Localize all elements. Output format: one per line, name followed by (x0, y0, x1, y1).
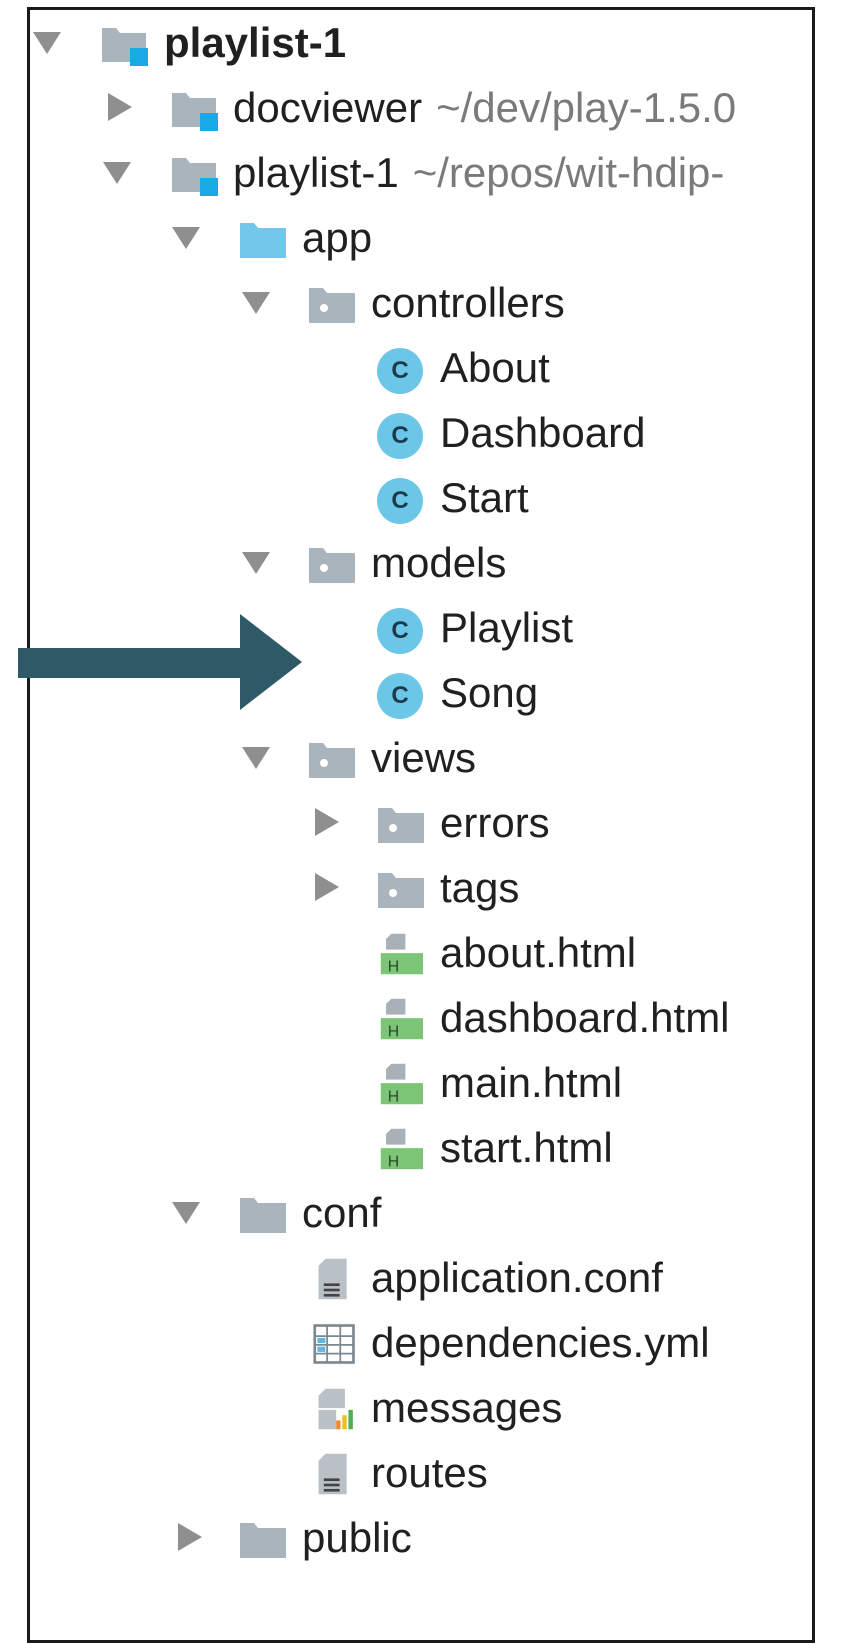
tree-node-views[interactable]: views (30, 725, 812, 790)
module-folder-icon (172, 93, 218, 131)
tree-node-public[interactable]: public (30, 1505, 812, 1570)
controllers-label: controllers (371, 279, 565, 326)
text-file-icon (318, 1453, 347, 1495)
tree-node-html-file[interactable]: H start.html (30, 1115, 812, 1180)
module-path: ~/repos/wit-hdip- (412, 149, 725, 196)
tree-node-conf[interactable]: conf (30, 1180, 812, 1245)
html-file-icon: H (380, 998, 423, 1041)
chevron-down-icon[interactable] (103, 162, 131, 184)
package-folder-icon (309, 743, 355, 778)
file-label: application.conf (371, 1254, 663, 1301)
class-icon: C (377, 348, 423, 394)
package-folder-icon (378, 808, 424, 843)
chevron-down-icon[interactable] (33, 32, 61, 54)
chevron-down-icon[interactable] (242, 747, 270, 769)
tree-node-class[interactable]: C Dashboard (30, 400, 812, 465)
module-folder-icon (172, 158, 218, 196)
chevron-down-icon[interactable] (242, 292, 270, 314)
class-icon: C (377, 413, 423, 459)
folder-icon (240, 1523, 286, 1558)
public-label: public (302, 1514, 412, 1561)
class-icon: C (377, 673, 423, 719)
class-label: Playlist (440, 604, 574, 651)
text-file-icon (318, 1258, 347, 1300)
root-label: playlist-1 (164, 19, 347, 66)
class-icon: C (377, 608, 423, 654)
chevron-down-icon[interactable] (172, 1202, 200, 1224)
class-label: Song (440, 669, 539, 716)
chevron-down-icon[interactable] (172, 227, 200, 249)
resource-bundle-icon (318, 1388, 353, 1430)
source-folder-icon (240, 223, 286, 258)
tree-node-docviewer[interactable]: docviewer ~/dev/play-1.5.0 (30, 75, 812, 140)
folder-icon (240, 1198, 286, 1233)
package-folder-icon (309, 548, 355, 583)
html-file-icon: H (380, 1128, 423, 1171)
package-folder-icon (309, 288, 355, 323)
views-label: views (371, 734, 477, 781)
file-label: dependencies.yml (371, 1319, 710, 1366)
chevron-right-icon[interactable] (108, 93, 132, 121)
folder-label: tags (440, 864, 520, 911)
class-icon: C (377, 478, 423, 524)
html-file-icon: H (380, 1063, 423, 1106)
tree-node-class[interactable]: C About (30, 335, 812, 400)
file-label: about.html (440, 929, 637, 976)
chevron-right-icon[interactable] (315, 873, 339, 901)
tree-node-playlist-module[interactable]: playlist-1 ~/repos/wit-hdip- (30, 140, 812, 205)
module-name: playlist-1 (233, 149, 399, 196)
tree-node-folder[interactable]: errors (30, 790, 812, 855)
tree-node-text-file[interactable]: routes (30, 1440, 812, 1505)
file-label: main.html (440, 1059, 623, 1106)
module-folder-icon (102, 28, 148, 66)
project-tree-panel: playlist-1 docviewer ~/dev/play-1.5.0 pla… (27, 7, 815, 1643)
class-label: About (440, 344, 550, 391)
file-label: start.html (440, 1124, 613, 1171)
chevron-down-icon[interactable] (242, 552, 270, 574)
chevron-right-icon[interactable] (315, 808, 339, 836)
package-folder-icon (378, 873, 424, 908)
folder-label: errors (440, 799, 550, 846)
docviewer-label: docviewer ~/dev/play-1.5.0 (233, 83, 736, 133)
docviewer-path: ~/dev/play-1.5.0 (436, 84, 737, 131)
tree-node-html-file[interactable]: H dashboard.html (30, 985, 812, 1050)
html-badge: H (388, 1089, 399, 1106)
tree-node-app[interactable]: app (30, 205, 812, 270)
tree-node-yml-file[interactable]: dependencies.yml (30, 1310, 812, 1375)
tree-node-root[interactable]: playlist-1 (30, 10, 812, 75)
module-label: playlist-1 ~/repos/wit-hdip- (233, 148, 724, 198)
chevron-right-icon[interactable] (178, 1523, 202, 1551)
table-file-icon (313, 1324, 355, 1364)
html-badge: H (388, 1154, 399, 1171)
class-label: Start (440, 474, 529, 521)
file-label: routes (371, 1449, 488, 1496)
file-label: dashboard.html (440, 994, 730, 1041)
file-label: messages (371, 1384, 563, 1431)
docviewer-name: docviewer (233, 84, 423, 131)
tree-node-controllers[interactable]: controllers (30, 270, 812, 335)
models-label: models (371, 539, 507, 586)
right-arrow-icon (18, 614, 302, 710)
conf-label: conf (302, 1189, 382, 1236)
tree-node-messages-file[interactable]: messages (30, 1375, 812, 1440)
app-label: app (302, 214, 373, 261)
tree-node-html-file[interactable]: H about.html (30, 920, 812, 985)
class-label: Dashboard (440, 409, 646, 456)
tree-node-html-file[interactable]: H main.html (30, 1050, 812, 1115)
html-badge: H (388, 959, 399, 976)
tree-node-folder[interactable]: tags (30, 855, 812, 920)
tree-node-models[interactable]: models (30, 530, 812, 595)
tree-node-class[interactable]: C Start (30, 465, 812, 530)
html-file-icon: H (380, 933, 423, 976)
tree-node-text-file[interactable]: application.conf (30, 1245, 812, 1310)
html-badge: H (388, 1024, 399, 1041)
